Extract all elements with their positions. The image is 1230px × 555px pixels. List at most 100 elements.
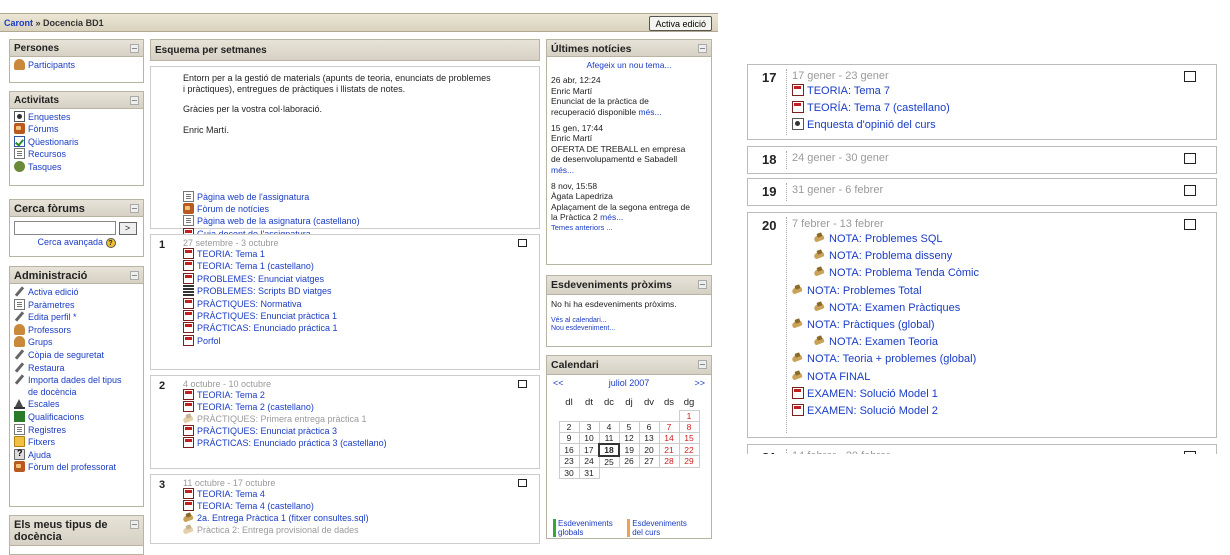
resource-link[interactable]: Pàgina web de la asignatura (castellano) bbox=[183, 215, 360, 227]
calendar-day[interactable]: 7 bbox=[658, 420, 680, 433]
resource-link[interactable]: PRÁCTICAS: Enunciado práctica 3 (castell… bbox=[183, 437, 387, 449]
calendar-day[interactable]: 18 bbox=[598, 442, 620, 457]
resource-link[interactable]: EXAMEN: Solució Model 1 bbox=[792, 386, 979, 403]
collapse-icon[interactable] bbox=[130, 96, 139, 105]
resource-link[interactable]: TEORIA: Tema 1 bbox=[183, 248, 338, 260]
collapse-icon[interactable] bbox=[130, 204, 139, 213]
highlight-week-toggle[interactable] bbox=[1184, 219, 1196, 230]
admin-link-backup[interactable]: Còpia de seguretat bbox=[14, 349, 139, 362]
highlight-week-toggle[interactable] bbox=[1184, 185, 1196, 196]
highlight-week-toggle[interactable] bbox=[518, 239, 527, 247]
highlight-week-toggle[interactable] bbox=[518, 479, 527, 487]
activity-link-quizzes[interactable]: Qüestionaris bbox=[14, 135, 139, 148]
admin-link-teachers[interactable]: Professors bbox=[14, 323, 139, 337]
assignment-link[interactable]: PRÀCTIQUES: Primera entrega pràctica 1 bbox=[183, 413, 387, 425]
calendar-day[interactable]: 10 bbox=[578, 431, 600, 444]
assignment-link[interactable]: NOTA: Examen Pràctiques bbox=[792, 300, 979, 317]
admin-link-import-cont[interactable]: de docència bbox=[14, 387, 139, 399]
calendar-day[interactable]: 25 bbox=[598, 455, 620, 468]
highlight-week-toggle[interactable] bbox=[518, 380, 527, 388]
activity-link-forums[interactable]: Fòrums bbox=[14, 123, 139, 135]
participants-link[interactable]: Participants bbox=[14, 59, 139, 71]
collapse-icon[interactable] bbox=[698, 44, 707, 53]
admin-link-grades[interactable]: Qualificacions bbox=[14, 410, 139, 424]
collapse-icon[interactable] bbox=[698, 280, 707, 289]
calendar-day[interactable]: 3 bbox=[578, 420, 600, 433]
assignment-link[interactable]: NOTA: Problemes SQL bbox=[792, 231, 979, 248]
calendar-day[interactable]: 23 bbox=[558, 455, 580, 468]
calendar-day[interactable]: 16 bbox=[558, 443, 580, 456]
activity-link-assignments[interactable]: Tasques bbox=[14, 160, 139, 173]
assignment-link[interactable]: NOTA: Teoria + problemes (global) bbox=[792, 351, 979, 368]
admin-link-groups[interactable]: Grups bbox=[14, 336, 139, 349]
help-icon[interactable]: ? bbox=[105, 238, 116, 248]
resource-link[interactable]: EXAMEN: Solució Model 2 bbox=[792, 403, 979, 420]
calendar-day[interactable]: 11 bbox=[598, 431, 620, 444]
news-more-link[interactable]: més... bbox=[551, 165, 574, 175]
calendar-day[interactable]: 26 bbox=[618, 455, 640, 468]
resource-link[interactable]: PRÀCTIQUES: Normativa bbox=[183, 297, 338, 310]
admin-link-teacher-forum[interactable]: Fòrum del professorat bbox=[14, 461, 139, 474]
admin-link-editing-on[interactable]: Activa edició bbox=[14, 286, 139, 299]
resource-link[interactable]: TEORIA: Tema 4 bbox=[183, 488, 369, 500]
resource-link[interactable]: Pàgina web de l'assignatura bbox=[183, 191, 360, 203]
calendar-day[interactable]: 20 bbox=[638, 443, 660, 456]
news-more-link[interactable]: més... bbox=[600, 212, 623, 222]
activity-link-surveys[interactable]: Enquestes bbox=[14, 111, 139, 123]
next-month-link[interactable]: >> bbox=[694, 378, 705, 388]
breadcrumb-root-link[interactable]: Caront bbox=[4, 18, 33, 28]
admin-link-edit-profile[interactable]: Edita perfil * bbox=[14, 311, 139, 324]
admin-link-import[interactable]: Importa dades del tipus bbox=[14, 374, 139, 387]
resource-link[interactable]: PRÁCTICAS: Enunciado práctica 1 bbox=[183, 322, 338, 334]
resource-link[interactable]: PRÀCTIQUES: Enunciat pràctica 1 bbox=[183, 310, 338, 322]
calendar-day[interactable]: 14 bbox=[658, 431, 680, 444]
resource-link[interactable]: Porfol bbox=[183, 334, 338, 347]
admin-link-restore[interactable]: Restaura bbox=[14, 362, 139, 375]
survey-link[interactable]: Enquesta d'opinió del curs bbox=[792, 117, 950, 134]
resource-link[interactable]: TEORIA: Tema 7 bbox=[792, 83, 950, 100]
collapse-icon[interactable] bbox=[130, 271, 139, 280]
advanced-search-link[interactable]: Cerca avançada ? bbox=[14, 237, 139, 248]
calendar-day[interactable]: 12 bbox=[618, 431, 640, 444]
calendar-day[interactable]: 5 bbox=[618, 420, 640, 433]
resource-link[interactable]: TEORIA: Tema 2 (castellano) bbox=[183, 401, 387, 413]
activity-link-resources[interactable]: Recursos bbox=[14, 148, 139, 160]
calendar-day[interactable]: 2 bbox=[558, 420, 580, 433]
calendar-day[interactable]: 21 bbox=[658, 443, 680, 456]
assignment-link[interactable]: NOTA: Pràctiques (global) bbox=[792, 317, 979, 334]
search-forums-input[interactable] bbox=[14, 221, 116, 235]
assignment-link[interactable]: NOTA: Examen Teoria bbox=[792, 334, 979, 351]
resource-link[interactable]: TEORIA: Tema 1 (castellano) bbox=[183, 260, 338, 272]
resource-link[interactable]: Fòrum de notícies bbox=[183, 203, 360, 215]
highlight-week-toggle[interactable] bbox=[1184, 153, 1196, 164]
calendar-day[interactable]: 13 bbox=[638, 431, 660, 444]
turn-editing-on-button[interactable]: Activa edició bbox=[649, 16, 712, 31]
assignment-link[interactable]: NOTA: Problema disseny bbox=[792, 248, 979, 265]
search-forums-go-button[interactable]: > bbox=[118, 221, 137, 235]
news-more-link[interactable]: més... bbox=[638, 107, 661, 117]
collapse-icon[interactable] bbox=[130, 44, 139, 53]
calendar-day[interactable]: 24 bbox=[578, 455, 600, 468]
resource-link[interactable]: PRÀCTIQUES: Enunciat pràctica 3 bbox=[183, 425, 387, 437]
admin-link-settings[interactable]: Paràmetres bbox=[14, 298, 139, 312]
resource-link[interactable]: TEORIA: Tema 2 bbox=[183, 389, 387, 401]
add-topic-link[interactable]: Afegeix un nou tema... bbox=[551, 60, 707, 70]
calendar-day[interactable]: 31 bbox=[578, 466, 600, 479]
calendar-day[interactable]: 6 bbox=[638, 420, 660, 433]
calendar-day[interactable]: 8 bbox=[678, 420, 700, 433]
go-to-calendar-link[interactable]: Vés al calendari... bbox=[551, 317, 707, 325]
admin-link-files[interactable]: Fitxers bbox=[14, 436, 139, 449]
resource-link[interactable]: PROBLEMES: Enunciat viatges bbox=[183, 272, 338, 285]
older-topics-link[interactable]: Temes anteriors ... bbox=[551, 223, 707, 233]
admin-link-help[interactable]: Ajuda bbox=[14, 448, 139, 462]
new-event-link[interactable]: Nou esdeveniment... bbox=[551, 325, 707, 333]
calendar-day[interactable]: 29 bbox=[678, 455, 700, 468]
highlight-week-toggle[interactable] bbox=[1184, 451, 1196, 454]
admin-link-logs[interactable]: Registres bbox=[14, 423, 139, 437]
highlight-week-toggle[interactable] bbox=[1184, 71, 1196, 82]
collapse-icon[interactable] bbox=[698, 360, 707, 369]
calendar-day[interactable]: 1 bbox=[678, 409, 700, 422]
calendar-day[interactable]: 30 bbox=[558, 466, 580, 479]
calendar-day[interactable]: 19 bbox=[618, 443, 640, 456]
calendar-day[interactable]: 4 bbox=[598, 420, 620, 433]
